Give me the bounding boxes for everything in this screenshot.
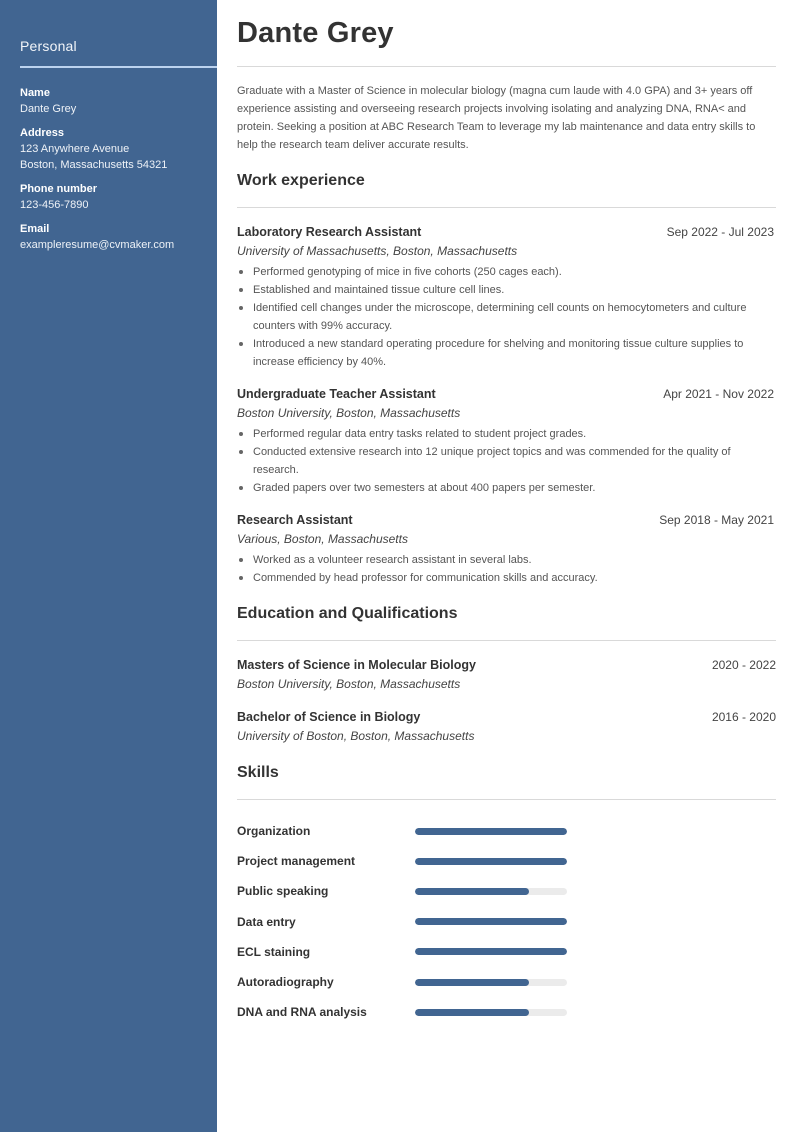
field-value: 123 Anywhere Avenue [20, 143, 130, 155]
candidate-name: Dante Grey [237, 17, 394, 49]
skill-name: DNA and RNA analysis [237, 1005, 367, 1020]
education-list: Masters of Science in Molecular Biology 2… [237, 656, 776, 746]
resume-main: Dante Grey Graduate with a Master of Sci… [237, 0, 776, 1027]
skill-bar-fill [415, 948, 567, 956]
skill-row: Organization [237, 816, 776, 846]
job-header: Undergraduate Teacher Assistant Apr 2021 … [237, 385, 776, 403]
skill-row: Project management [237, 846, 776, 876]
job-entry: Laboratory Research Assistant Sep 2022 - … [237, 223, 776, 371]
skill-bar-track [415, 948, 567, 956]
field-phone-number: Phone number 123-456-7890 [20, 182, 217, 213]
education-header: Bachelor of Science in Biology 2016 - 202… [237, 708, 776, 726]
name-divider [237, 66, 776, 67]
skill-name: Data entry [237, 914, 296, 929]
skill-list: Organization Project management Public spe… [237, 816, 776, 1027]
skill-bar-fill [415, 887, 529, 895]
section-divider [237, 207, 776, 208]
skill-bar-track [415, 918, 567, 926]
job-header: Research Assistant Sep 2018 - May 2021 [237, 511, 776, 529]
skill-bar-track [415, 857, 567, 865]
bullet-item: Introduced a new standard operating proc… [237, 335, 776, 371]
job-employer: Various, Boston, Massachusetts [237, 532, 408, 546]
degree-title: Masters of Science in Molecular Biology [237, 658, 476, 672]
job-dates: Apr 2021 - Nov 2022 [663, 387, 774, 401]
section-divider [237, 799, 776, 800]
skill-bar-fill [415, 918, 567, 926]
personal-fields: Name Dante Grey Address 123 Anywhere Avenue… [20, 86, 217, 253]
field-label: Address [20, 127, 65, 139]
section-title-education: Education and Qualifications [237, 605, 458, 622]
bullet-item: Identified cell changes under the micros… [237, 299, 776, 335]
education-entry: Masters of Science in Molecular Biology 2… [237, 656, 776, 694]
skill-name: ECL staining [237, 944, 311, 959]
education-header: Masters of Science in Molecular Biology 2… [237, 656, 776, 674]
field-value: Boston, Massachusetts 54321 [20, 159, 168, 171]
field-email: Email exampleresume@cvmaker.com [20, 222, 217, 253]
job-entry: Undergraduate Teacher Assistant Apr 2021 … [237, 385, 776, 497]
job-employer: Boston University, Boston, Massachusetts [237, 406, 461, 420]
bullet-item: Worked as a volunteer research assistant… [237, 551, 776, 569]
bullet-item: Conducted extensive research into 12 uni… [237, 443, 776, 479]
education-entry: Bachelor of Science in Biology 2016 - 202… [237, 708, 776, 746]
skill-name: Autoradiography [237, 975, 334, 990]
job-title: Undergraduate Teacher Assistant [237, 387, 436, 401]
job-entry: Research Assistant Sep 2018 - May 2021 Var… [237, 511, 776, 587]
job-title: Research Assistant [237, 513, 353, 527]
skill-bar-fill [415, 857, 567, 865]
field-value: exampleresume@cvmaker.com [20, 239, 175, 251]
degree-title: Bachelor of Science in Biology [237, 710, 421, 724]
profile-summary: Graduate with a Master of Science in mol… [237, 85, 756, 151]
job-header: Laboratory Research Assistant Sep 2022 - … [237, 223, 776, 241]
section-title-work: Work experience [237, 172, 365, 189]
skill-bar-fill [415, 1008, 529, 1016]
job-dates: Sep 2018 - May 2021 [659, 513, 774, 527]
skills-section: Skills Organization Project management Pub… [237, 762, 776, 1027]
education-section: Education and Qualifications Masters of … [237, 603, 776, 746]
bullet-item: Performed regular data entry tasks relat… [237, 425, 776, 443]
bullet-item: Performed genotyping of mice in five coh… [237, 263, 776, 281]
education-institution: Boston University, Boston, Massachusetts [237, 677, 461, 691]
skill-row: DNA and RNA analysis [237, 997, 776, 1027]
bullet-item: Graded papers over two semesters at abou… [237, 479, 776, 497]
education-dates: 2016 - 2020 [711, 710, 776, 724]
job-title: Laboratory Research Assistant [237, 225, 422, 239]
job-bullets: Worked as a volunteer research assistant… [237, 551, 776, 587]
skill-row: Public speaking [237, 876, 776, 906]
skill-row: Autoradiography [237, 967, 776, 997]
education-dates: 2020 - 2022 [711, 658, 776, 672]
field-address: Address 123 Anywhere Avenue Boston, Massac… [20, 126, 217, 173]
skill-bar-fill [415, 978, 529, 986]
skill-name: Project management [237, 854, 356, 869]
education-institution: University of Boston, Boston, Massachuse… [237, 729, 475, 743]
job-dates: Sep 2022 - Jul 2023 [666, 225, 774, 239]
field-value: Dante Grey [20, 103, 77, 115]
bullet-item: Commended by head professor for communic… [237, 569, 776, 587]
section-divider [237, 640, 776, 641]
bullet-item: Established and maintained tissue cultur… [237, 281, 776, 299]
field-label: Phone number [20, 183, 98, 195]
job-bullets: Performed regular data entry tasks relat… [237, 425, 776, 497]
skill-bar-track [415, 978, 567, 986]
sidebar: Personal Name Dante Grey Address 123 Anywhe… [0, 0, 217, 1132]
job-list: Laboratory Research Assistant Sep 2022 - … [237, 223, 776, 587]
sidebar-divider [20, 66, 217, 68]
skill-bar-track [415, 887, 567, 895]
job-employer: University of Massachusetts, Boston, Mas… [237, 244, 518, 258]
skill-name: Organization [237, 824, 311, 839]
field-label: Name [20, 87, 50, 99]
field-label: Email [20, 223, 50, 235]
skill-name: Public speaking [237, 884, 329, 899]
skill-row: ECL staining [237, 937, 776, 967]
skill-bar-fill [415, 827, 567, 835]
skill-bar-track [415, 1008, 567, 1016]
skill-row: Data entry [237, 907, 776, 937]
skill-bar-track [415, 827, 567, 835]
sidebar-title: Personal [20, 38, 77, 54]
job-bullets: Performed genotyping of mice in five coh… [237, 263, 776, 371]
field-name: Name Dante Grey [20, 86, 217, 117]
work-experience-section: Work experience Laboratory Research Assi… [237, 170, 776, 587]
field-value: 123-456-7890 [20, 199, 89, 211]
section-title-skills: Skills [237, 764, 279, 781]
